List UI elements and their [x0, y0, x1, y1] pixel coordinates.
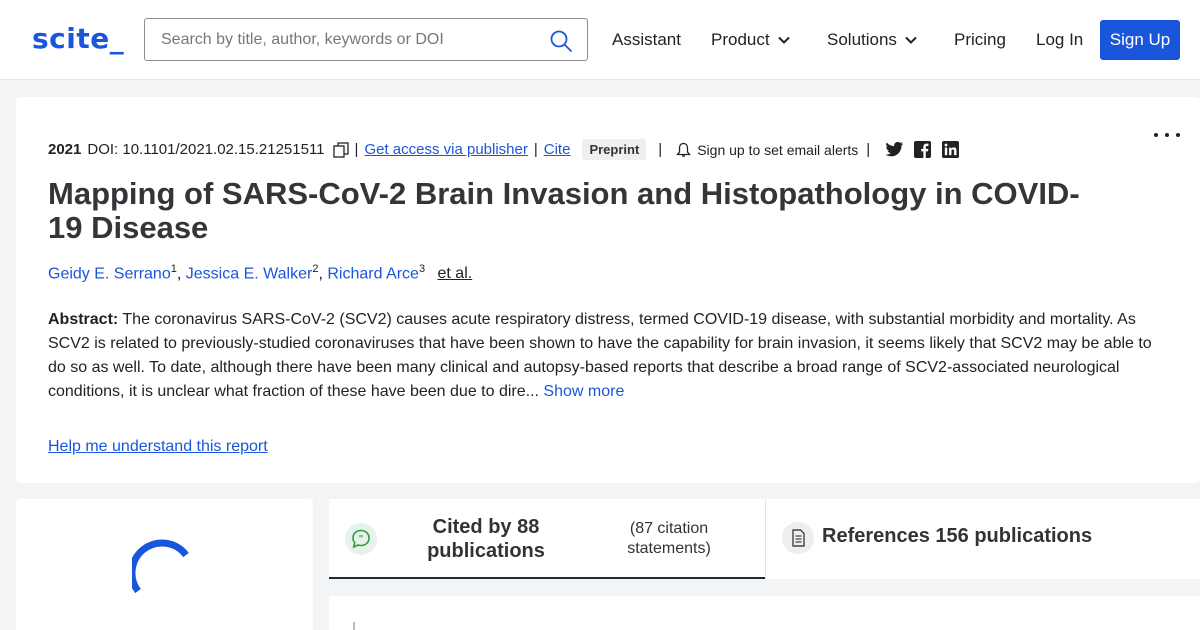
cite-link[interactable]: Cite: [544, 141, 571, 158]
side-panel: [16, 499, 313, 630]
nav-login-label: Log In: [1036, 30, 1084, 49]
paper-title: Mapping of SARS-CoV-2 Brain Invasion and…: [48, 176, 1080, 245]
nav-solutions-label: Solutions: [827, 30, 897, 49]
nav-pricing-label: Pricing: [954, 30, 1006, 49]
cited-by-title: Cited by 88 publications: [427, 516, 545, 562]
copy-icon[interactable]: [332, 141, 349, 158]
search-box[interactable]: [144, 18, 588, 61]
top-header: scite_ Assistant Product Solutions Prici…: [0, 0, 1200, 80]
paper-card: 2021 DOI: 10.1101/2021.02.15.21251511 | …: [16, 97, 1200, 483]
nav-assistant-label: Assistant: [612, 30, 681, 49]
citation-statements-count: (87 citation statements): [627, 520, 711, 557]
email-alerts-link[interactable]: Sign up to set email alerts: [697, 142, 858, 158]
linkedin-icon[interactable]: [941, 141, 960, 158]
search-icon[interactable]: [549, 29, 573, 53]
separator: |: [533, 141, 538, 158]
nav-solutions[interactable]: Solutions: [827, 30, 917, 50]
preprint-badge: Preprint: [582, 139, 647, 160]
nav-product[interactable]: Product: [711, 30, 790, 50]
more-options-icon[interactable]: [1154, 133, 1180, 139]
author-affiliation: 3: [418, 263, 426, 275]
bell-icon[interactable]: [676, 142, 692, 158]
separator: |: [866, 141, 871, 158]
chevron-down-icon: [777, 36, 790, 44]
publication-year: 2021: [48, 141, 82, 158]
author-link[interactable]: Jessica E. Walker: [186, 265, 313, 282]
separator: |: [354, 141, 359, 158]
show-more-link[interactable]: Show more: [539, 383, 624, 400]
separator: |: [658, 141, 663, 158]
nav-assistant[interactable]: Assistant: [612, 30, 681, 50]
twitter-icon[interactable]: [885, 141, 904, 158]
tab-references[interactable]: References 156 publications: [765, 499, 1200, 579]
tab-cited-by[interactable]: " Cited by 88 publications (87 citation …: [329, 499, 765, 579]
nav-product-label: Product: [711, 30, 770, 49]
et-al-link[interactable]: et al.: [438, 265, 473, 282]
svg-text:": ": [359, 535, 364, 545]
search-input[interactable]: [161, 29, 541, 51]
paper-meta: 2021 DOI: 10.1101/2021.02.15.21251511 | …: [48, 139, 960, 160]
document-icon: [782, 522, 814, 554]
facebook-icon[interactable]: [913, 141, 932, 158]
nav-pricing[interactable]: Pricing: [954, 30, 1006, 50]
nav-login[interactable]: Log In: [1036, 30, 1083, 50]
author-separator: ,: [176, 265, 182, 283]
doi-text: DOI: 10.1101/2021.02.15.21251511: [87, 141, 325, 158]
author-link[interactable]: Geidy E. Serrano: [48, 265, 171, 282]
abstract: Abstract: The coronavirus SARS-CoV-2 (SC…: [48, 308, 1173, 404]
references-title: References 156 publications: [822, 525, 1093, 547]
author-separator: ,: [318, 265, 323, 283]
help-understand-link[interactable]: Help me understand this report: [48, 438, 268, 456]
signup-button[interactable]: Sign Up: [1100, 20, 1180, 60]
citation-statement-card: [329, 596, 1200, 630]
scite-logo[interactable]: scite_: [32, 22, 124, 55]
citation-tabs: " Cited by 88 publications (87 citation …: [329, 499, 1200, 579]
loading-spinner-icon: [132, 539, 189, 594]
quote-bar: [353, 622, 355, 630]
abstract-label: Abstract:: [48, 311, 119, 328]
chevron-down-icon: [905, 36, 917, 44]
author-link[interactable]: Richard Arce: [327, 265, 419, 282]
get-access-link[interactable]: Get access via publisher: [364, 141, 527, 158]
citation-bubble-icon: ": [345, 523, 377, 555]
author-list: Geidy E. Serrano1, Jessica E. Walker2, R…: [48, 263, 472, 283]
